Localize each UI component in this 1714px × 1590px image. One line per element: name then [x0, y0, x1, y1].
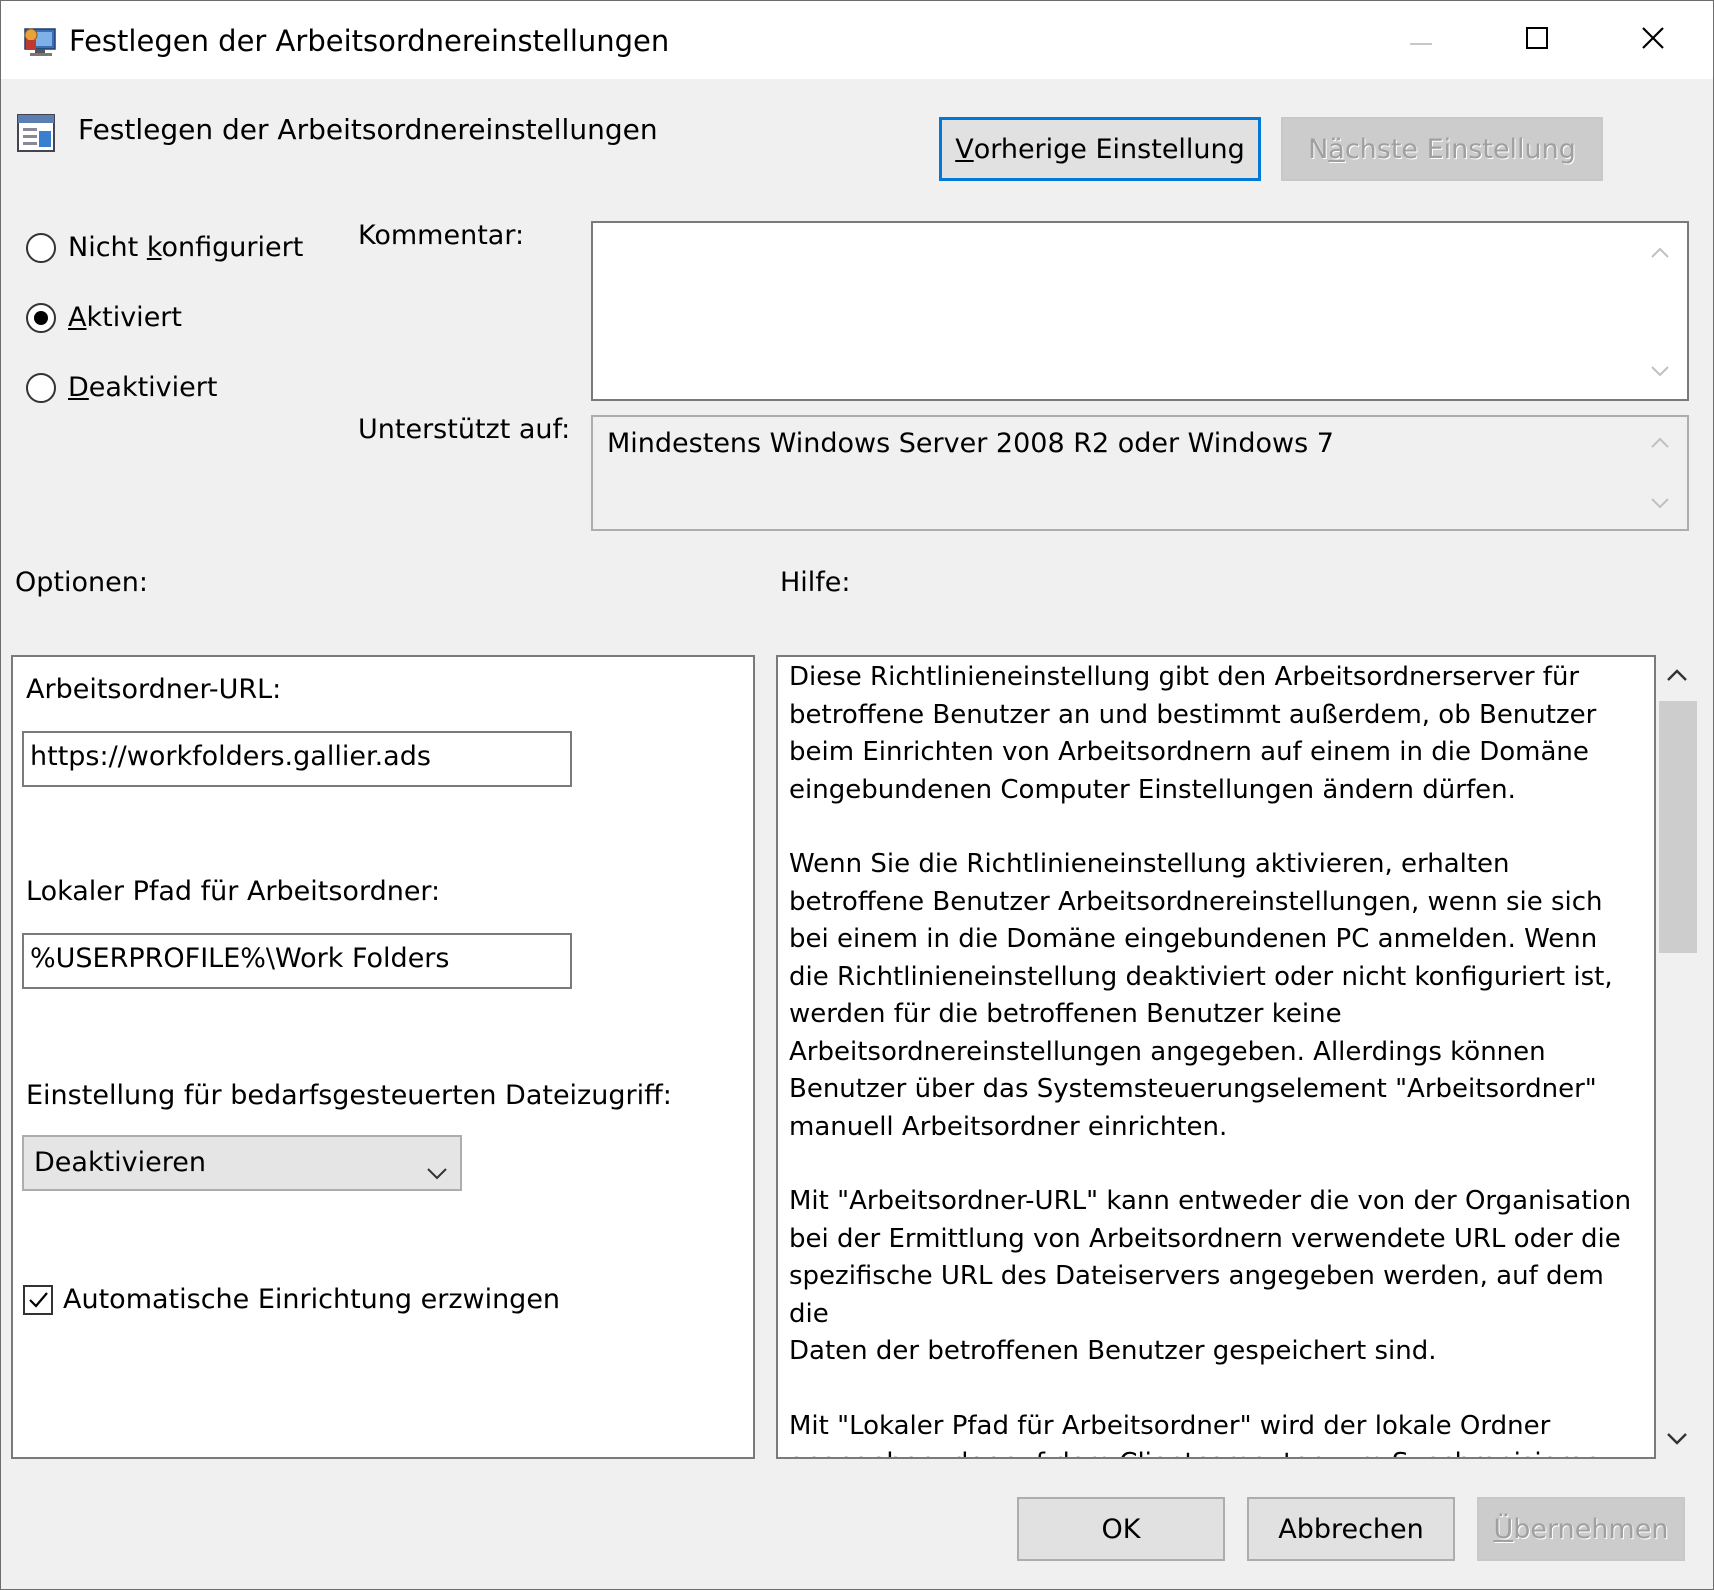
close-icon — [1641, 26, 1665, 54]
force-auto-setup-label[interactable]: Automatische Einrichtung erzwingen — [63, 1283, 560, 1317]
accelerator-char: D — [68, 372, 89, 403]
help-paragraph: Diese Richtlinieneinstellung gibt den Ar… — [789, 662, 1597, 805]
accelerator-char: V — [955, 133, 974, 165]
help-label: Hilfe: — [780, 567, 851, 598]
work-folders-url-input[interactable]: https://workfolders.gallier.ads — [22, 731, 572, 787]
help-paragraph: Mit "Lokaler Pfad für Arbeitsordner" wir… — [789, 1410, 1600, 1458]
apply-button[interactable]: Übernehmen — [1477, 1497, 1685, 1561]
label-rest: eaktiviert — [88, 372, 218, 403]
accelerator-char: A — [68, 302, 87, 333]
comment-textarea[interactable] — [591, 221, 1689, 401]
radio-enabled-label[interactable]: Aktiviert — [68, 301, 182, 335]
button-label: chste Einstellung — [1344, 133, 1576, 165]
checkmark-icon — [26, 1288, 50, 1316]
work-folders-url-label: Arbeitsordner-URL: — [26, 674, 282, 705]
local-path-input[interactable]: %USERPROFILE%\Work Folders — [22, 933, 572, 989]
help-paragraph: Mit "Arbeitsordner-URL" kann entweder di… — [789, 1186, 1632, 1366]
on-demand-access-select[interactable]: Deaktivieren — [22, 1135, 462, 1191]
radio-enabled[interactable] — [26, 303, 56, 333]
group-policy-app-icon — [23, 25, 59, 59]
cancel-button[interactable]: Abbrechen — [1247, 1497, 1455, 1561]
supported-on-value: Mindestens Windows Server 2008 R2 oder W… — [607, 428, 1334, 459]
label-rest: ktiviert — [86, 302, 182, 333]
radio-disabled-label[interactable]: Deaktiviert — [68, 371, 217, 405]
scrollbar-thumb[interactable] — [1659, 701, 1697, 953]
comment-label: Kommentar: — [358, 220, 525, 251]
radio-not-configured-label[interactable]: Nicht konfiguriert — [68, 231, 303, 265]
accelerator-char: Ü — [1493, 1513, 1514, 1545]
radio-not-configured[interactable] — [26, 233, 56, 263]
policy-title: Festlegen der Arbeitsordnereinstellungen — [78, 113, 658, 146]
local-path-label: Lokaler Pfad für Arbeitsordner: — [26, 876, 441, 907]
radio-selected-dot — [34, 311, 48, 325]
options-panel: Arbeitsordner-URL: https://workfolders.g… — [11, 655, 755, 1459]
help-scrollbar[interactable] — [1657, 655, 1701, 1459]
scroll-down-icon[interactable] — [1665, 1431, 1689, 1451]
dialog-window: Festlegen der Arbeitsordnereinstellungen — [0, 0, 1714, 1590]
label-prefix: Nicht — [68, 232, 147, 263]
button-label-prefix: N — [1308, 133, 1329, 165]
next-setting-button[interactable]: Nä chste Einstellung — [1281, 117, 1603, 181]
policy-setting-icon — [17, 113, 55, 153]
scroll-down-icon[interactable] — [1645, 359, 1675, 383]
accelerator-char: ä — [1328, 133, 1345, 165]
help-panel: Diese Richtlinieneinstellung gibt den Ar… — [776, 655, 1656, 1459]
chevron-down-icon — [426, 1157, 448, 1188]
supported-on-label: Unterstützt auf: — [358, 414, 571, 445]
previous-setting-button[interactable]: Vorherige Einstellung — [939, 117, 1261, 181]
supported-on-box: Mindestens Windows Server 2008 R2 oder W… — [591, 415, 1689, 531]
minimize-button[interactable] — [1363, 1, 1479, 79]
scroll-up-icon[interactable] — [1665, 667, 1689, 687]
minimize-icon — [1410, 31, 1432, 50]
label-rest: onfiguriert — [161, 232, 304, 263]
scroll-up-icon[interactable] — [1645, 241, 1675, 265]
maximize-button[interactable] — [1479, 1, 1595, 79]
force-auto-setup-checkbox[interactable] — [23, 1285, 53, 1315]
on-demand-access-value: Deaktivieren — [34, 1147, 206, 1178]
on-demand-access-label: Einstellung für bedarfsgesteuerten Datei… — [26, 1080, 672, 1111]
radio-disabled[interactable] — [26, 373, 56, 403]
title-bar[interactable]: Festlegen der Arbeitsordnereinstellungen — [1, 1, 1713, 79]
window-title: Festlegen der Arbeitsordnereinstellungen — [69, 24, 670, 58]
button-label: bernehmen — [1513, 1513, 1669, 1545]
scroll-down-icon[interactable] — [1645, 491, 1675, 515]
maximize-icon — [1526, 27, 1548, 53]
ok-button[interactable]: OK — [1017, 1497, 1225, 1561]
close-button[interactable] — [1595, 1, 1711, 79]
help-paragraph: Wenn Sie die Richtlinieneinstellung akti… — [789, 849, 1613, 1142]
button-label: orherige Einstellung — [973, 133, 1245, 165]
scroll-up-icon[interactable] — [1645, 431, 1675, 455]
accelerator-char: k — [146, 232, 162, 263]
options-label: Optionen: — [15, 567, 148, 598]
help-text: Diese Richtlinieneinstellung gibt den Ar… — [789, 659, 1649, 1458]
